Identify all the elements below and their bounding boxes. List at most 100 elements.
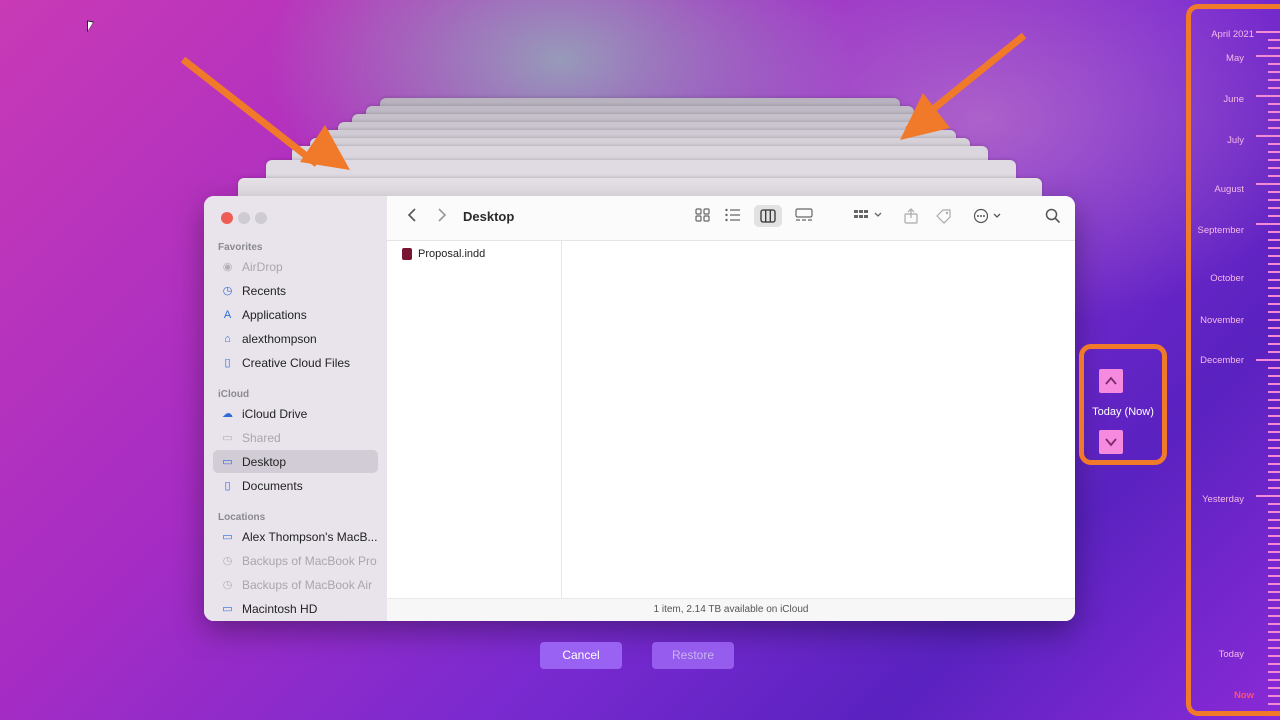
timeline[interactable]: April 2021 May June July August September Octo… xyxy=(1186,4,1280,716)
timeline-tick xyxy=(1268,111,1280,113)
previous-snapshot-button[interactable] xyxy=(1099,369,1123,393)
file-browser: Proposal.indd xyxy=(387,241,1075,598)
timeline-tick xyxy=(1268,175,1280,177)
sidebar-item-label: AirDrop xyxy=(242,259,283,274)
sidebar-item-label: Applications xyxy=(242,307,307,322)
group-by-icon[interactable] xyxy=(853,208,885,226)
sidebar-item-label: iCloud Drive xyxy=(242,406,308,421)
timeline-tick xyxy=(1268,311,1280,313)
timeline-label[interactable]: October xyxy=(1210,273,1244,284)
timeline-tick xyxy=(1268,303,1280,305)
more-actions-icon[interactable] xyxy=(973,208,1005,228)
current-snapshot-label: Today (Now) xyxy=(1092,406,1154,418)
back-icon[interactable] xyxy=(405,208,419,226)
tag-icon[interactable] xyxy=(935,208,953,228)
zoom-button[interactable] xyxy=(255,212,267,224)
timeline-tick xyxy=(1268,159,1280,161)
sidebar-item-macintosh-hd[interactable]: ▭ Macintosh HD xyxy=(213,597,378,620)
sidebar-item-icloud-drive[interactable]: ☁ iCloud Drive xyxy=(213,402,378,425)
mouse-cursor xyxy=(87,20,94,34)
document-icon: ▯ xyxy=(224,357,231,369)
timeline-tick xyxy=(1256,95,1280,97)
timeline-label[interactable]: Now xyxy=(1234,690,1254,701)
timeline-tick xyxy=(1268,231,1280,233)
desktop-icon: ▭ xyxy=(222,456,233,468)
sidebar-section-title: Locations xyxy=(218,512,266,523)
timeline-tick xyxy=(1268,591,1280,593)
timeline-tick xyxy=(1268,639,1280,641)
timeline-tick xyxy=(1268,143,1280,145)
sidebar-item-creative-cloud-files[interactable]: ▯ Creative Cloud Files xyxy=(213,351,378,374)
close-button[interactable] xyxy=(221,212,233,224)
timeline-label[interactable]: November xyxy=(1200,315,1244,326)
timeline-tick xyxy=(1268,535,1280,537)
timeline-tick xyxy=(1268,319,1280,321)
timeline-tick xyxy=(1268,423,1280,425)
sidebar-item-backups-of-macbook-air[interactable]: ◷ Backups of MacBook Air xyxy=(213,573,378,596)
sidebar-item-label: alexthompson xyxy=(242,331,317,346)
sidebar-item-applications[interactable]: A Applications xyxy=(213,303,378,326)
timeline-tick xyxy=(1268,367,1280,369)
cancel-button[interactable]: Cancel xyxy=(540,642,622,669)
timeline-label[interactable]: Yesterday xyxy=(1202,494,1244,505)
timeline-tick xyxy=(1268,351,1280,353)
timeline-label[interactable]: June xyxy=(1223,94,1244,105)
minimize-button[interactable] xyxy=(238,212,250,224)
clock-icon: ◷ xyxy=(222,285,233,297)
timeline-tick xyxy=(1268,87,1280,89)
airdrop-icon: ◉ xyxy=(222,261,233,273)
timeline-tick xyxy=(1268,327,1280,329)
sidebar-item-alexthompson[interactable]: ⌂ alexthompson xyxy=(213,327,378,350)
timeline-tick xyxy=(1268,343,1280,345)
home-icon: ⌂ xyxy=(224,332,231,345)
timeline-tick xyxy=(1256,55,1280,57)
column-view-icon[interactable] xyxy=(754,205,782,227)
timeline-label[interactable]: Today xyxy=(1219,649,1244,660)
forward-icon[interactable] xyxy=(435,208,449,226)
sidebar-item-desktop[interactable]: ▭ Desktop xyxy=(213,450,378,473)
timeline-label[interactable]: May xyxy=(1226,53,1244,64)
sidebar-item-label: Macintosh HD xyxy=(242,601,318,616)
timeline-tick xyxy=(1268,687,1280,689)
timeline-tick xyxy=(1268,335,1280,337)
timeline-tick xyxy=(1268,439,1280,441)
timeline-label[interactable]: April 2021 xyxy=(1211,29,1254,40)
timeline-tick xyxy=(1268,471,1280,473)
document-icon: ▯ xyxy=(224,480,231,492)
sidebar-item-label: Alex Thompson's MacB... xyxy=(242,529,378,544)
timeline-tick xyxy=(1256,223,1280,225)
timeline-tick xyxy=(1268,679,1280,681)
timeline-label[interactable]: September xyxy=(1198,225,1244,236)
column-divider[interactable] xyxy=(561,241,562,598)
timeline-tick xyxy=(1268,375,1280,377)
timeline-tick xyxy=(1268,631,1280,633)
next-snapshot-button[interactable] xyxy=(1099,430,1123,454)
sidebar-section-title: iCloud xyxy=(218,389,250,400)
timeline-tick xyxy=(1268,207,1280,209)
gallery-view-icon[interactable] xyxy=(795,208,813,226)
timeline-tick xyxy=(1268,703,1280,705)
timeline-tick xyxy=(1268,455,1280,457)
timeline-label[interactable]: December xyxy=(1200,355,1244,366)
sidebar-item-documents[interactable]: ▯ Documents xyxy=(213,474,378,497)
share-icon[interactable] xyxy=(904,208,918,228)
timeline-label[interactable]: July xyxy=(1227,135,1244,146)
list-item[interactable]: Proposal.indd xyxy=(402,248,485,260)
sidebar-item-backups-of-macbook-pro[interactable]: ◷ Backups of MacBook Pro xyxy=(213,549,378,572)
sidebar-item-alex-thompson-s-macb[interactable]: ▭ Alex Thompson's MacB... xyxy=(213,525,378,548)
sidebar-item-airdrop[interactable]: ◉ AirDrop xyxy=(213,255,378,278)
sidebar: Favorites ◉ AirDrop ◷ Recents A Applications ⌂ a… xyxy=(204,196,387,621)
sidebar-item-recents[interactable]: ◷ Recents xyxy=(213,279,378,302)
search-icon[interactable] xyxy=(1045,208,1061,228)
timeline-tick xyxy=(1268,511,1280,513)
timeline-tick xyxy=(1268,71,1280,73)
icon-view-icon[interactable] xyxy=(694,208,710,226)
list-view-icon[interactable] xyxy=(725,208,741,226)
arrowhead-right-icon xyxy=(900,93,950,140)
file-name: Proposal.indd xyxy=(418,248,486,260)
sidebar-item-shared[interactable]: ▭ Shared xyxy=(213,426,378,449)
timeline-label[interactable]: August xyxy=(1214,184,1244,195)
restore-button[interactable]: Restore xyxy=(652,642,734,669)
timeline-tick xyxy=(1268,47,1280,49)
timeline-tick xyxy=(1268,463,1280,465)
